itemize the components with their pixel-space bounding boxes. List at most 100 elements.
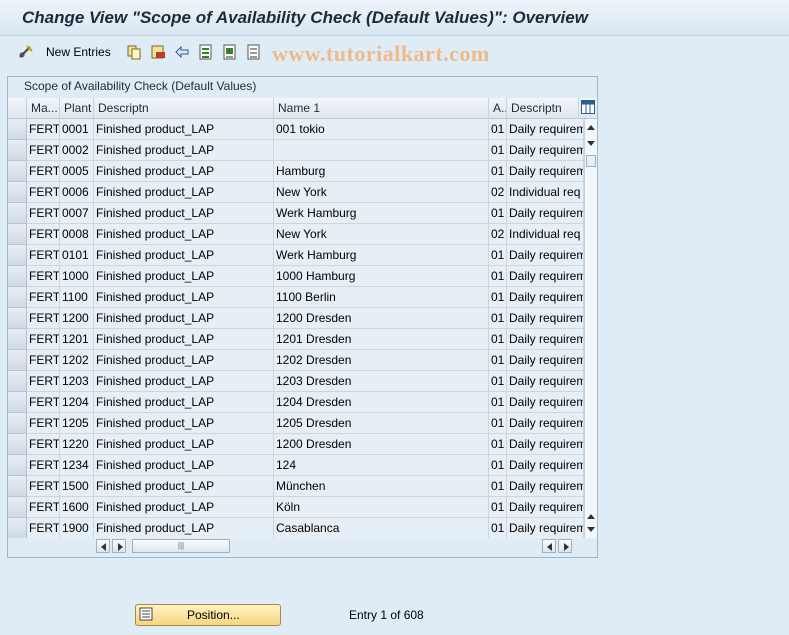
scroll-down-icon[interactable] (587, 527, 595, 532)
row-selector[interactable] (8, 329, 27, 350)
scroll-left-end-button[interactable] (542, 539, 556, 553)
cell-checking-group: 01 (489, 266, 507, 287)
cell-checking-group: 01 (489, 392, 507, 413)
cell-plant: 1205 (60, 413, 94, 434)
position-button[interactable]: Position... (135, 604, 281, 626)
cell-description: Finished product_LAP (94, 182, 274, 203)
table-row[interactable]: FERT 1202 Finished product_LAP 1202 Dresden… (8, 350, 588, 371)
display-change-button[interactable] (18, 41, 34, 63)
row-selector[interactable] (8, 245, 27, 266)
table-settings-icon (581, 100, 595, 119)
vertical-scrollbar[interactable] (584, 119, 597, 538)
cell-description: Finished product_LAP (94, 245, 274, 266)
row-selector[interactable] (8, 476, 27, 497)
select-all-button[interactable] (198, 41, 214, 63)
cell-name-1: 1000 Hamburg (274, 266, 489, 287)
table-row[interactable]: FERT 1200 Finished product_LAP 1200 Dresden… (8, 308, 588, 329)
col-header-checking-description[interactable]: Descriptn (507, 98, 579, 119)
horizontal-scroll-thumb[interactable]: ||| (132, 539, 230, 553)
cell-description: Finished product_LAP (94, 434, 274, 455)
select-block-button[interactable] (222, 41, 238, 63)
scroll-thumb[interactable] (586, 155, 596, 167)
deselect-all-button[interactable] (246, 41, 262, 63)
scroll-right-icon (118, 543, 123, 551)
row-selector[interactable] (8, 224, 27, 245)
table-row[interactable]: FERT 1234 Finished product_LAP 124 01 Daily r… (8, 455, 588, 476)
new-entries-button[interactable]: New Entries (46, 41, 111, 63)
row-selector[interactable] (8, 182, 27, 203)
cell-checking-description: Daily requirem (507, 497, 584, 518)
table-settings-button[interactable] (579, 98, 597, 119)
cell-checking-group: 01 (489, 287, 507, 308)
row-selector[interactable] (8, 266, 27, 287)
table-row[interactable]: FERT 1900 Finished product_LAP Casablanca 01… (8, 518, 588, 538)
scroll-right-end-button[interactable] (558, 539, 572, 553)
scroll-right-button[interactable] (112, 539, 126, 553)
cell-checking-group: 01 (489, 329, 507, 350)
cell-material-type: FERT (27, 161, 60, 182)
cell-name-1: Hamburg (274, 161, 489, 182)
cell-name-1: Werk Hamburg (274, 203, 489, 224)
row-selector[interactable] (8, 203, 27, 224)
table-row[interactable]: FERT 1201 Finished product_LAP 1201 Dresden… (8, 329, 588, 350)
col-header-description[interactable]: Descriptn (94, 98, 274, 119)
row-selector[interactable] (8, 350, 27, 371)
cell-name-1: Werk Hamburg (274, 245, 489, 266)
table-row[interactable]: FERT 1220 Finished product_LAP 1200 Dresden… (8, 434, 588, 455)
cell-name-1: 1203 Dresden (274, 371, 489, 392)
table-row[interactable]: FERT 1203 Finished product_LAP 1203 Dresden… (8, 371, 588, 392)
edit-glasses-icon (18, 44, 34, 60)
table-row[interactable]: FERT 0006 Finished product_LAP New York 02 In… (8, 182, 588, 203)
table-row[interactable]: FERT 0001 Finished product_LAP 001 tokio 01 D… (8, 119, 588, 140)
table-row[interactable]: FERT 1000 Finished product_LAP 1000 Hamburg… (8, 266, 588, 287)
table-row[interactable]: FERT 0008 Finished product_LAP New York 02 In… (8, 224, 588, 245)
scroll-page-up-icon[interactable] (587, 514, 595, 519)
table-row[interactable]: FERT 0101 Finished product_LAP Werk Hamburg… (8, 245, 588, 266)
cell-material-type: FERT (27, 203, 60, 224)
cell-plant: 1204 (60, 392, 94, 413)
table-row[interactable]: FERT 1500 Finished product_LAP München 01 Dai… (8, 476, 588, 497)
table-row[interactable]: FERT 0002 Finished product_LAP 01 Daily requ… (8, 140, 588, 161)
cell-name-1: 001 tokio (274, 119, 489, 140)
table-row[interactable]: FERT 0007 Finished product_LAP Werk Hamburg… (8, 203, 588, 224)
row-selector[interactable] (8, 392, 27, 413)
row-selector[interactable] (8, 287, 27, 308)
row-selector[interactable] (8, 161, 27, 182)
cell-checking-description: Daily requirem (507, 371, 584, 392)
scroll-page-down-icon[interactable] (587, 141, 595, 146)
col-header-checking-group[interactable]: A.. (489, 98, 507, 119)
row-selector[interactable] (8, 434, 27, 455)
copy-button[interactable] (126, 41, 142, 63)
cell-description: Finished product_LAP (94, 161, 274, 182)
col-header-material-type[interactable]: Ma... (27, 98, 60, 119)
row-selector[interactable] (8, 497, 27, 518)
table-row[interactable]: FERT 1204 Finished product_LAP 1204 Dresden… (8, 392, 588, 413)
delete-icon (150, 44, 166, 60)
cell-plant: 1500 (60, 476, 94, 497)
col-header-plant[interactable]: Plant (60, 98, 94, 119)
row-selector[interactable] (8, 119, 27, 140)
row-selector[interactable] (8, 455, 27, 476)
cell-description: Finished product_LAP (94, 392, 274, 413)
cell-name-1: Casablanca (274, 518, 489, 538)
scroll-left-button[interactable] (96, 539, 110, 553)
table-row[interactable]: FERT 1100 Finished product_LAP 1100 Berlin 0… (8, 287, 588, 308)
cell-name-1: 1201 Dresden (274, 329, 489, 350)
table-row[interactable]: FERT 1205 Finished product_LAP 1205 Dresden… (8, 413, 588, 434)
table-row[interactable]: FERT 1600 Finished product_LAP Köln 01 Daily … (8, 497, 588, 518)
horizontal-scrollbar[interactable]: ||| (90, 539, 578, 555)
cell-material-type: FERT (27, 119, 60, 140)
row-selector[interactable] (8, 308, 27, 329)
row-selector[interactable] (8, 413, 27, 434)
delete-button[interactable] (150, 41, 166, 63)
select-all-rows-corner[interactable] (8, 98, 27, 119)
row-selector[interactable] (8, 518, 27, 538)
undo-button[interactable] (174, 41, 190, 63)
table-row[interactable]: FERT 0005 Finished product_LAP Hamburg 01 Dai… (8, 161, 588, 182)
row-selector[interactable] (8, 371, 27, 392)
select-all-icon (198, 44, 214, 60)
cell-name-1: 1204 Dresden (274, 392, 489, 413)
row-selector[interactable] (8, 140, 27, 161)
col-header-name-1[interactable]: Name 1 (274, 98, 489, 119)
scroll-up-icon[interactable] (587, 125, 595, 130)
